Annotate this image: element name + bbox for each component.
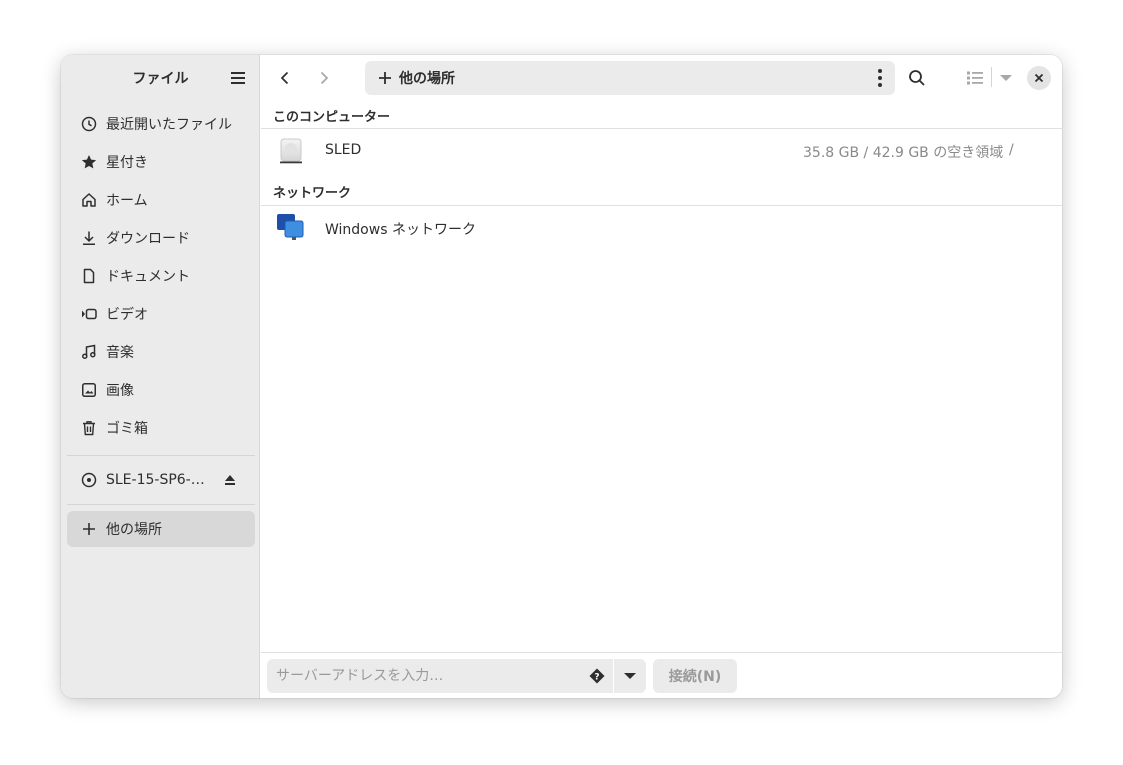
connect-button[interactable]: 接続(N) bbox=[653, 659, 737, 693]
sidebar-item-label: ダウンロード bbox=[106, 231, 190, 247]
sidebar-item-label: 画像 bbox=[106, 383, 134, 399]
section-divider bbox=[261, 205, 1062, 206]
back-button[interactable] bbox=[273, 66, 297, 90]
music-icon bbox=[81, 344, 97, 360]
location-name: SLED bbox=[325, 142, 362, 158]
mount-path-label: / bbox=[1009, 142, 1014, 158]
forward-button[interactable] bbox=[312, 66, 336, 90]
search-button[interactable] bbox=[905, 66, 929, 90]
sidebar-divider bbox=[67, 504, 255, 505]
divider bbox=[991, 67, 992, 87]
server-address-entry[interactable]: ? bbox=[267, 659, 613, 693]
sidebar-item-label: 星付き bbox=[106, 155, 148, 171]
file-manager-window: ファイル 最近開いたファイル 星付き ホーム ダウンロード ドキュメント ビデオ… bbox=[61, 55, 1062, 698]
eject-icon[interactable] bbox=[223, 473, 237, 487]
list-view-icon[interactable] bbox=[965, 68, 985, 88]
download-icon bbox=[81, 230, 97, 246]
section-divider bbox=[261, 128, 1062, 129]
location-bar[interactable]: 他の場所 bbox=[365, 61, 895, 95]
sidebar-divider bbox=[67, 455, 255, 456]
network-icon bbox=[277, 214, 305, 242]
sidebar-item-other-locations[interactable]: 他の場所 bbox=[67, 511, 255, 547]
trash-icon bbox=[81, 420, 97, 436]
server-address-input[interactable] bbox=[276, 668, 576, 684]
location-name: Windows ネットワーク bbox=[325, 222, 476, 238]
search-icon bbox=[909, 70, 925, 86]
sidebar-item-label: 他の場所 bbox=[106, 522, 162, 538]
sidebar-item-downloads[interactable]: ダウンロード bbox=[67, 220, 255, 256]
chevron-right-icon bbox=[320, 71, 329, 85]
sidebar-item-label: ビデオ bbox=[106, 307, 148, 323]
connect-bar: ? 接続(N) bbox=[261, 652, 1062, 698]
plus-icon bbox=[81, 521, 97, 537]
document-icon bbox=[81, 268, 97, 284]
sidebar-item-recent[interactable]: 最近開いたファイル bbox=[67, 106, 255, 142]
sidebar-item-documents[interactable]: ドキュメント bbox=[67, 258, 255, 294]
recent-servers-dropdown[interactable] bbox=[614, 659, 646, 693]
location-row-windows-network[interactable]: Windows ネットワーク bbox=[261, 208, 1062, 248]
other-locations-view: このコンピューター SLED 35.8 GB / 42.9 GB の空き領域 /… bbox=[261, 101, 1062, 652]
free-space-label: 35.8 GB / 42.9 GB の空き領域 bbox=[803, 145, 1004, 161]
clock-icon bbox=[81, 116, 97, 132]
drive-icon bbox=[277, 137, 305, 165]
disc-icon bbox=[81, 472, 97, 488]
sidebar-item-label: 音楽 bbox=[106, 345, 134, 361]
sidebar: ファイル 最近開いたファイル 星付き ホーム ダウンロード ドキュメント ビデオ… bbox=[61, 55, 260, 698]
chevron-down-icon bbox=[624, 673, 636, 679]
sidebar-header: ファイル bbox=[61, 55, 260, 101]
sidebar-item-music[interactable]: 音楽 bbox=[67, 334, 255, 370]
sidebar-item-starred[interactable]: 星付き bbox=[67, 144, 255, 180]
section-title: ネットワーク bbox=[273, 186, 352, 201]
sidebar-item-videos[interactable]: ビデオ bbox=[67, 296, 255, 332]
close-icon bbox=[1034, 73, 1044, 83]
view-options-dropdown[interactable] bbox=[997, 68, 1015, 88]
image-icon bbox=[81, 382, 97, 398]
close-button[interactable] bbox=[1027, 66, 1051, 90]
location-label: 他の場所 bbox=[399, 71, 455, 87]
help-icon[interactable]: ? bbox=[589, 668, 605, 684]
sidebar-item-label: SLE-15-SP6-… bbox=[106, 472, 205, 488]
sidebar-item-label: ゴミ箱 bbox=[106, 421, 148, 437]
more-options-icon[interactable] bbox=[877, 69, 883, 87]
sidebar-item-home[interactable]: ホーム bbox=[67, 182, 255, 218]
plus-icon bbox=[377, 70, 393, 86]
home-icon bbox=[81, 192, 97, 208]
chevron-left-icon bbox=[280, 71, 289, 85]
svg-text:?: ? bbox=[594, 673, 599, 683]
sidebar-item-label: ホーム bbox=[106, 193, 148, 209]
chevron-down-icon bbox=[1000, 75, 1012, 81]
sidebar-item-trash[interactable]: ゴミ箱 bbox=[67, 410, 255, 446]
location-row-sled[interactable]: SLED 35.8 GB / 42.9 GB の空き領域 / bbox=[261, 131, 1062, 171]
section-title: このコンピューター bbox=[273, 110, 391, 125]
sidebar-item-device[interactable]: SLE-15-SP6-… bbox=[67, 462, 255, 498]
video-icon bbox=[81, 306, 97, 322]
header-bar: 他の場所 bbox=[261, 55, 1062, 101]
star-icon bbox=[81, 154, 97, 170]
sidebar-item-label: ドキュメント bbox=[106, 269, 190, 285]
hamburger-menu-icon[interactable] bbox=[227, 67, 249, 89]
sidebar-item-pictures[interactable]: 画像 bbox=[67, 372, 255, 408]
sidebar-item-label: 最近開いたファイル bbox=[106, 117, 232, 133]
